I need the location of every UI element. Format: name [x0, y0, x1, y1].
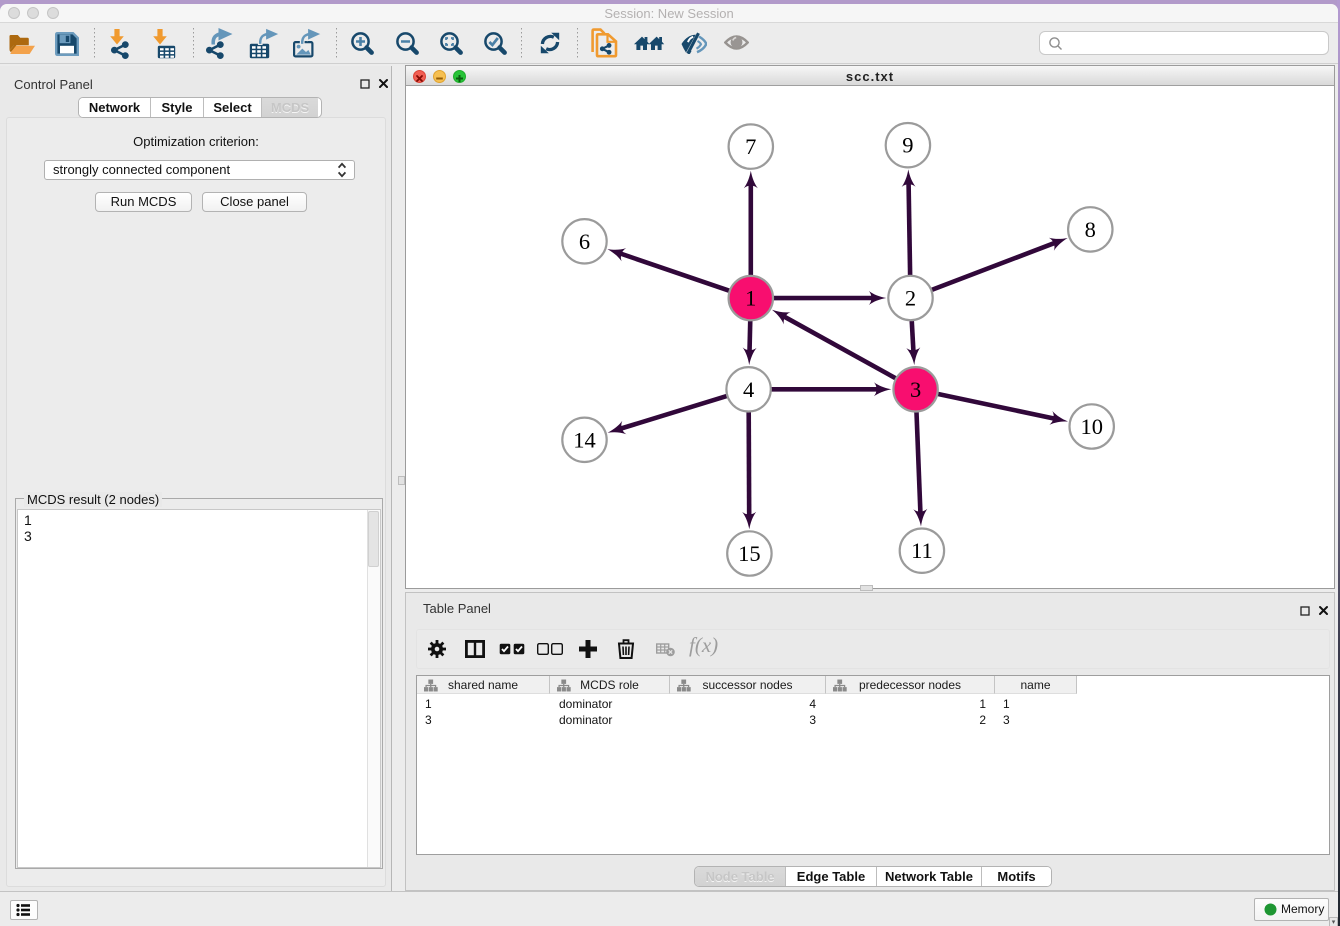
svg-text:3: 3 — [910, 377, 921, 402]
svg-text:6: 6 — [579, 229, 590, 254]
svg-text:9: 9 — [902, 133, 913, 158]
svg-text:15: 15 — [738, 541, 761, 566]
svg-text:1: 1 — [745, 286, 756, 311]
svg-text:14: 14 — [573, 427, 596, 452]
svg-text:4: 4 — [743, 377, 754, 402]
svg-text:7: 7 — [745, 134, 756, 159]
svg-text:2: 2 — [905, 286, 916, 311]
svg-text:11: 11 — [911, 538, 933, 563]
svg-text:10: 10 — [1080, 414, 1103, 439]
svg-text:8: 8 — [1085, 217, 1096, 242]
